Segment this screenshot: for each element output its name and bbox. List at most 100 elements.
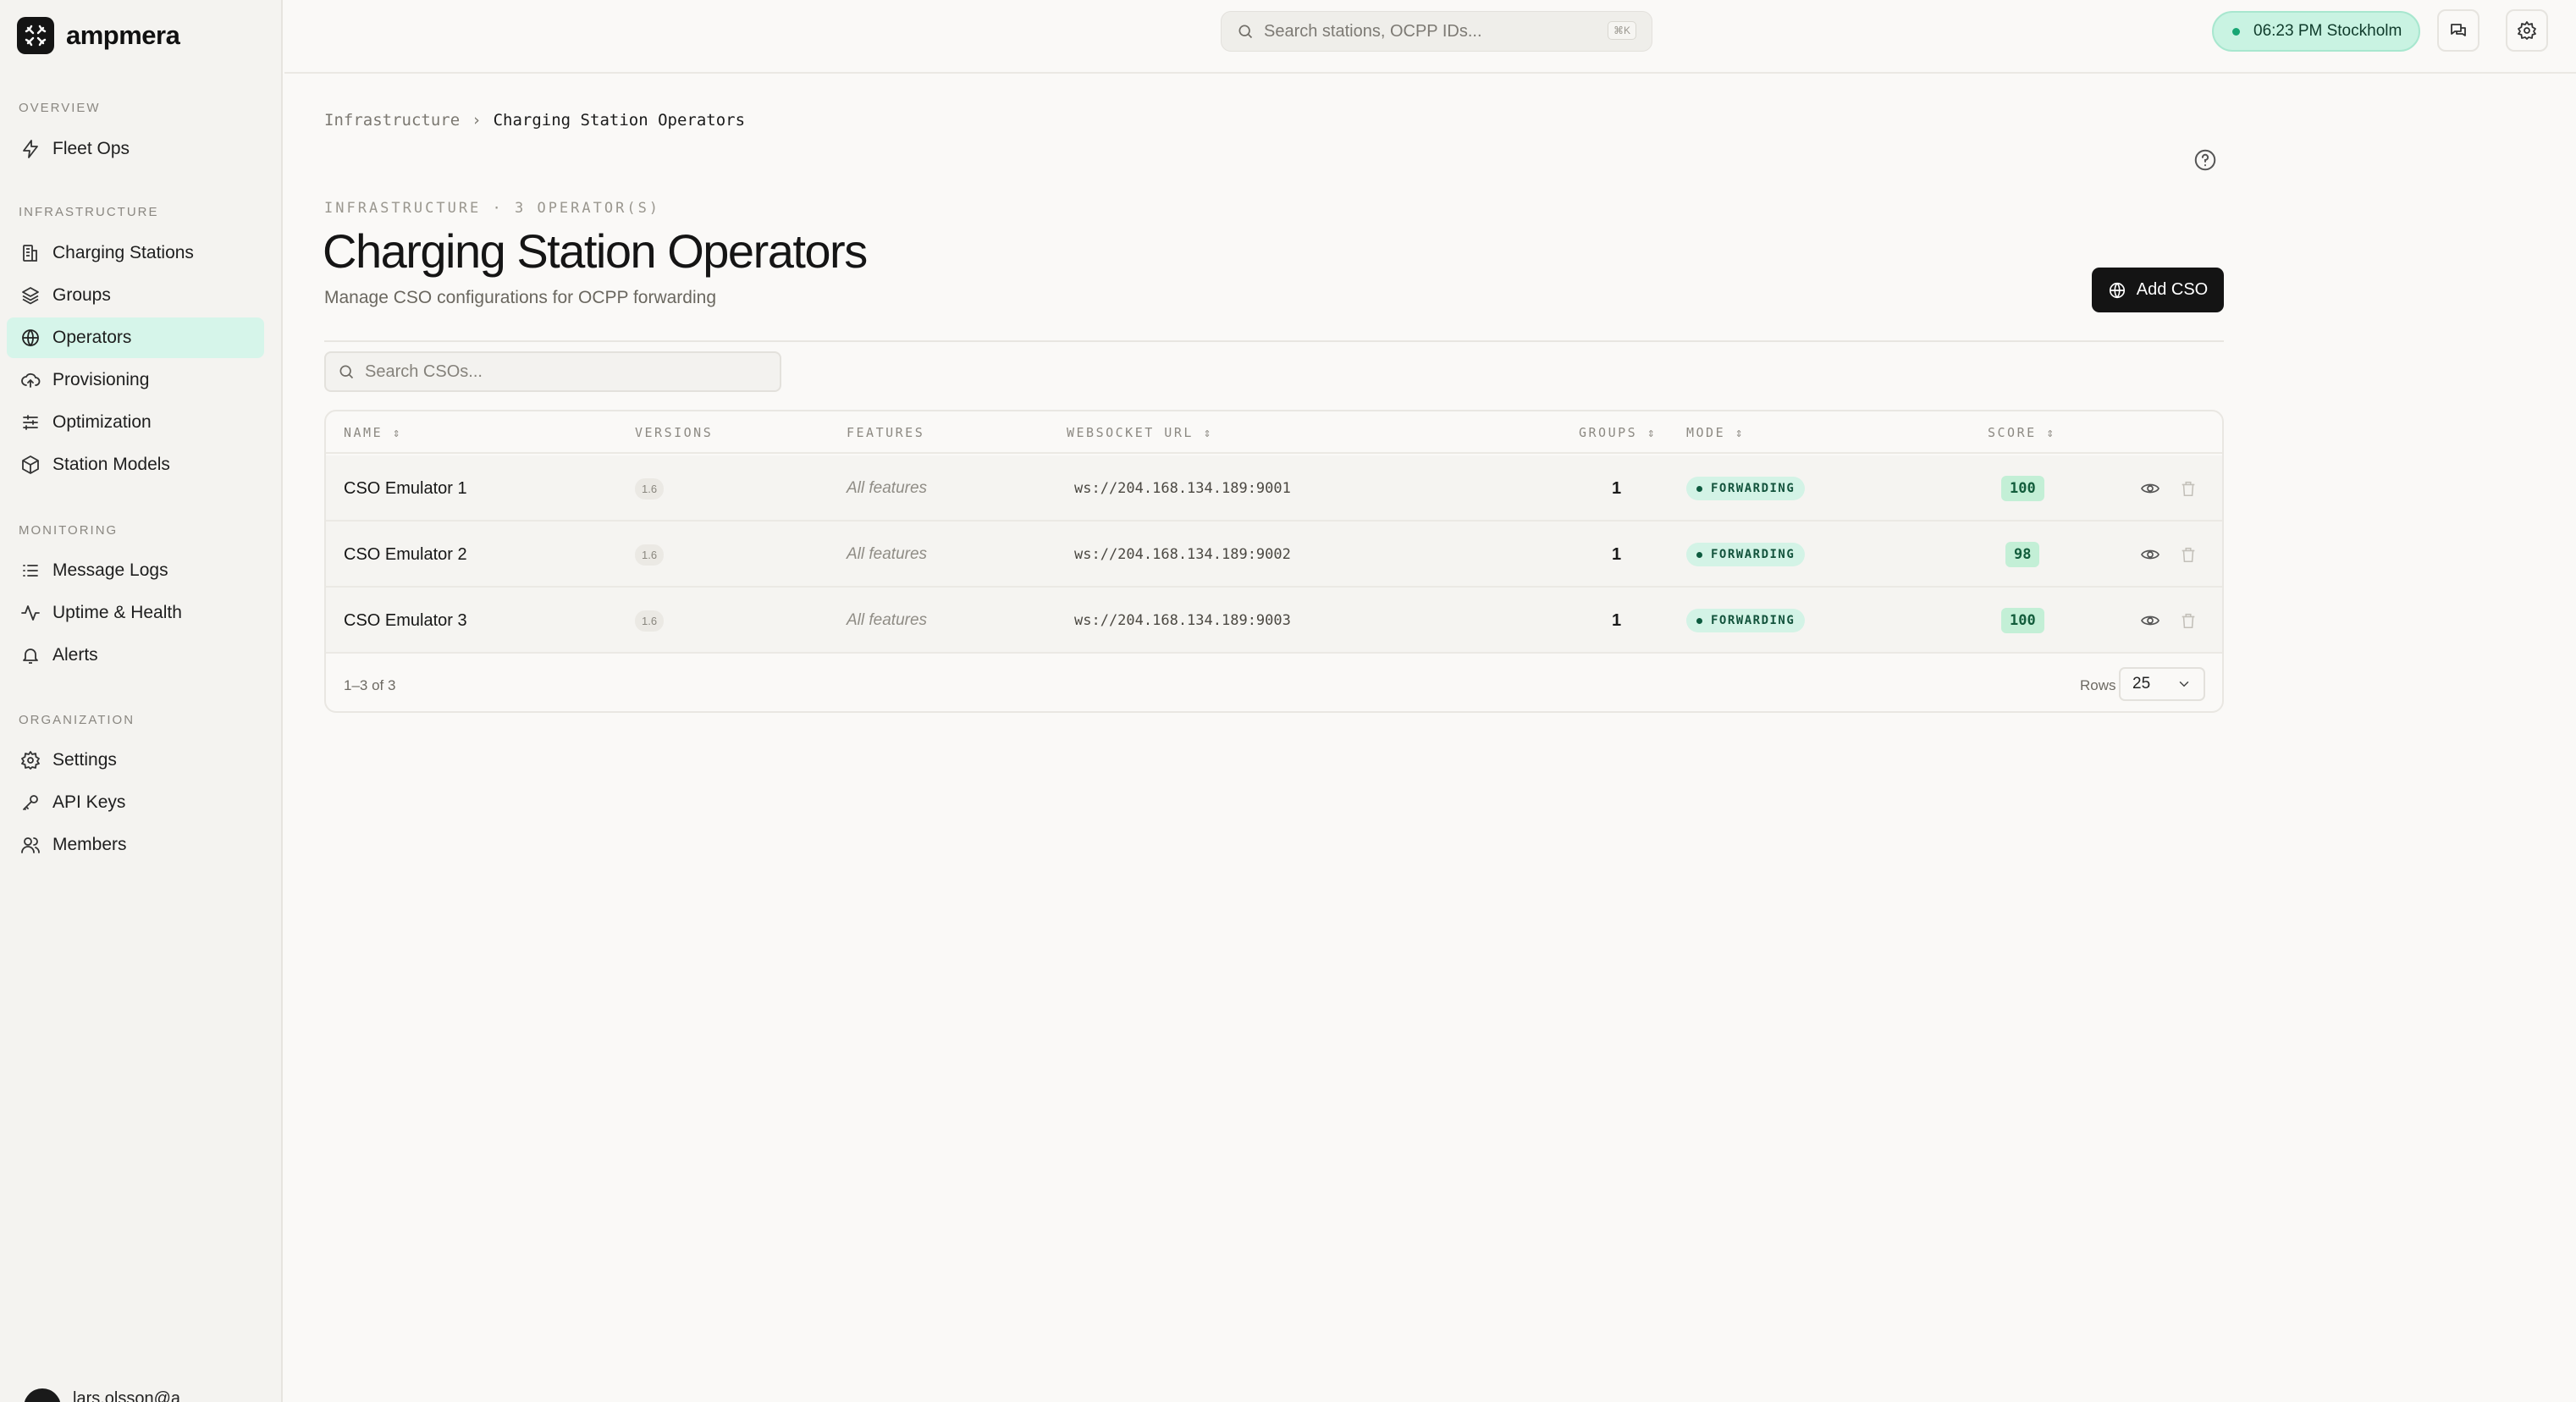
- cso-name[interactable]: CSO Emulator 2: [344, 522, 467, 588]
- header-divider: [324, 340, 2224, 342]
- version-badge: 1.6: [635, 610, 665, 632]
- column-header-mode[interactable]: MODE ⇕: [1686, 425, 1745, 440]
- gear-icon: [21, 751, 40, 770]
- sidebar-item-label: Message Logs: [52, 560, 168, 580]
- add-cso-button[interactable]: Add CSO: [2092, 268, 2224, 312]
- global-search[interactable]: ⌘K: [1221, 11, 1652, 52]
- rows-per-page-select[interactable]: 25: [2119, 667, 2205, 701]
- sidebar-item-label: Provisioning: [52, 370, 150, 389]
- features-text: All features: [847, 611, 928, 629]
- column-header-groups[interactable]: GROUPS ⇕: [1579, 425, 1657, 440]
- clock-badge: 06:23 PM Stockholm: [2212, 11, 2421, 52]
- mode-badge: FORWARDING: [1686, 543, 1806, 566]
- table-header: NAME ⇕ VERSIONS FEATURES WEBSOCKET URL ⇕…: [326, 411, 2222, 454]
- page-eyebrow: INFRASTRUCTURE · 3 OPERATOR(S): [324, 200, 661, 217]
- websocket-url: ws://204.168.134.189:9003: [1074, 612, 1291, 629]
- breadcrumb: Infrastructure › Charging Station Operat…: [324, 111, 745, 130]
- view-button[interactable]: [2140, 588, 2160, 654]
- bolt-icon: [23, 140, 38, 158]
- global-search-input[interactable]: [1264, 21, 1602, 41]
- mode-badge: FORWARDING: [1686, 477, 1806, 500]
- sidebar-item-fleet-ops[interactable]: Fleet Ops: [7, 129, 264, 169]
- sidebar-item-alerts[interactable]: Alerts: [7, 635, 264, 676]
- status-dot-icon: [2232, 27, 2240, 36]
- sidebar-item-label: Optimization: [52, 412, 152, 432]
- sidebar-item-members[interactable]: Members: [7, 825, 264, 865]
- view-button[interactable]: [2140, 455, 2160, 522]
- topbar: ⌘K 06:23 PM Stockholm: [284, 0, 2576, 74]
- activity-icon: [21, 605, 40, 621]
- features-text: All features: [847, 479, 928, 497]
- add-cso-label: Add CSO: [2136, 280, 2209, 299]
- help-button[interactable]: [2193, 147, 2218, 177]
- search-icon: [339, 365, 354, 379]
- cloud-upload-icon: [21, 373, 41, 388]
- sidebar-item-optimization[interactable]: Optimization: [7, 402, 264, 443]
- websocket-url: ws://204.168.134.189:9001: [1074, 480, 1291, 497]
- mode-badge: FORWARDING: [1686, 609, 1806, 632]
- users-icon: [21, 837, 40, 853]
- delete-button[interactable]: [2179, 588, 2198, 654]
- settings-button[interactable]: [2506, 9, 2548, 52]
- websocket-url: ws://204.168.134.189:9002: [1074, 546, 1291, 563]
- user-menu[interactable]: lars.olsson@a: [24, 1388, 180, 1402]
- sidebar-item-label: Alerts: [52, 645, 98, 665]
- column-header-name[interactable]: NAME ⇕: [344, 425, 402, 440]
- list-icon: [23, 565, 38, 577]
- delete-button[interactable]: [2179, 455, 2198, 522]
- cso-search[interactable]: [324, 351, 781, 392]
- features-text: All features: [847, 545, 928, 563]
- sort-icon: ⇕: [1647, 425, 1658, 440]
- sidebar-item-label: Operators: [52, 328, 132, 347]
- column-header-websocket-url[interactable]: WEBSOCKET URL ⇕: [1067, 425, 1213, 440]
- sidebar-item-charging-stations[interactable]: Charging Stations: [7, 233, 264, 273]
- avatar: [24, 1388, 61, 1402]
- sidebar-item-label: Members: [52, 835, 127, 854]
- bell-icon: [23, 649, 38, 664]
- breadcrumb-separator: ›: [472, 111, 482, 130]
- layers-icon: [22, 287, 39, 305]
- groups-count: 1: [1612, 544, 1622, 564]
- messages-button[interactable]: [2437, 9, 2479, 52]
- sidebar-item-label: Groups: [52, 285, 111, 305]
- status-dot-icon: [1696, 617, 1702, 624]
- eye-icon: [2141, 549, 2160, 560]
- sidebar-item-uptime-health[interactable]: Uptime & Health: [7, 593, 264, 633]
- sidebar-item-label: Settings: [52, 750, 117, 770]
- breadcrumb-parent[interactable]: Infrastructure: [324, 111, 460, 130]
- user-name: lars.olsson@a: [73, 1388, 181, 1402]
- brand-name: ampmera: [66, 20, 180, 50]
- trash-icon: [2182, 613, 2195, 629]
- delete-button[interactable]: [2179, 522, 2198, 588]
- sidebar-item-provisioning[interactable]: Provisioning: [7, 360, 264, 400]
- sidebar-item-api-keys[interactable]: API Keys: [7, 782, 264, 823]
- cso-search-input[interactable]: [365, 362, 763, 382]
- table-row[interactable]: CSO Emulator 2 1.6 All features ws://204…: [326, 522, 2222, 588]
- sidebar-item-settings[interactable]: Settings: [7, 740, 264, 781]
- cso-name[interactable]: CSO Emulator 1: [344, 455, 467, 522]
- gear-icon: [2518, 21, 2536, 40]
- sidebar-item-operators[interactable]: Operators: [7, 317, 264, 358]
- cso-name[interactable]: CSO Emulator 3: [344, 588, 467, 654]
- brand[interactable]: ampmera: [17, 17, 180, 54]
- status-dot-icon: [1696, 551, 1702, 558]
- table-row[interactable]: CSO Emulator 3 1.6 All features ws://204…: [326, 588, 2222, 654]
- sidebar-item-label: Uptime & Health: [52, 603, 182, 622]
- version-badge: 1.6: [635, 477, 665, 500]
- trash-icon: [2182, 481, 2195, 497]
- clock-text: 06:23 PM Stockholm: [2253, 22, 2402, 40]
- sidebar-item-groups[interactable]: Groups: [7, 275, 264, 316]
- sidebar-item-station-models[interactable]: Station Models: [7, 444, 264, 485]
- chevron-down-icon: [2179, 682, 2189, 687]
- column-header-score[interactable]: SCORE ⇕: [1988, 425, 2056, 440]
- help-circle-icon: [2194, 149, 2216, 171]
- section-monitoring: MONITORING: [19, 523, 119, 538]
- trash-icon: [2182, 547, 2195, 563]
- sidebar-item-message-logs[interactable]: Message Logs: [7, 550, 264, 591]
- groups-count: 1: [1612, 478, 1622, 498]
- section-organization: ORGANIZATION: [19, 713, 135, 727]
- view-button[interactable]: [2140, 522, 2160, 588]
- search-icon: [1238, 25, 1253, 39]
- table-row[interactable]: CSO Emulator 1 1.6 All features ws://204…: [326, 455, 2222, 522]
- cube-icon: [22, 455, 39, 474]
